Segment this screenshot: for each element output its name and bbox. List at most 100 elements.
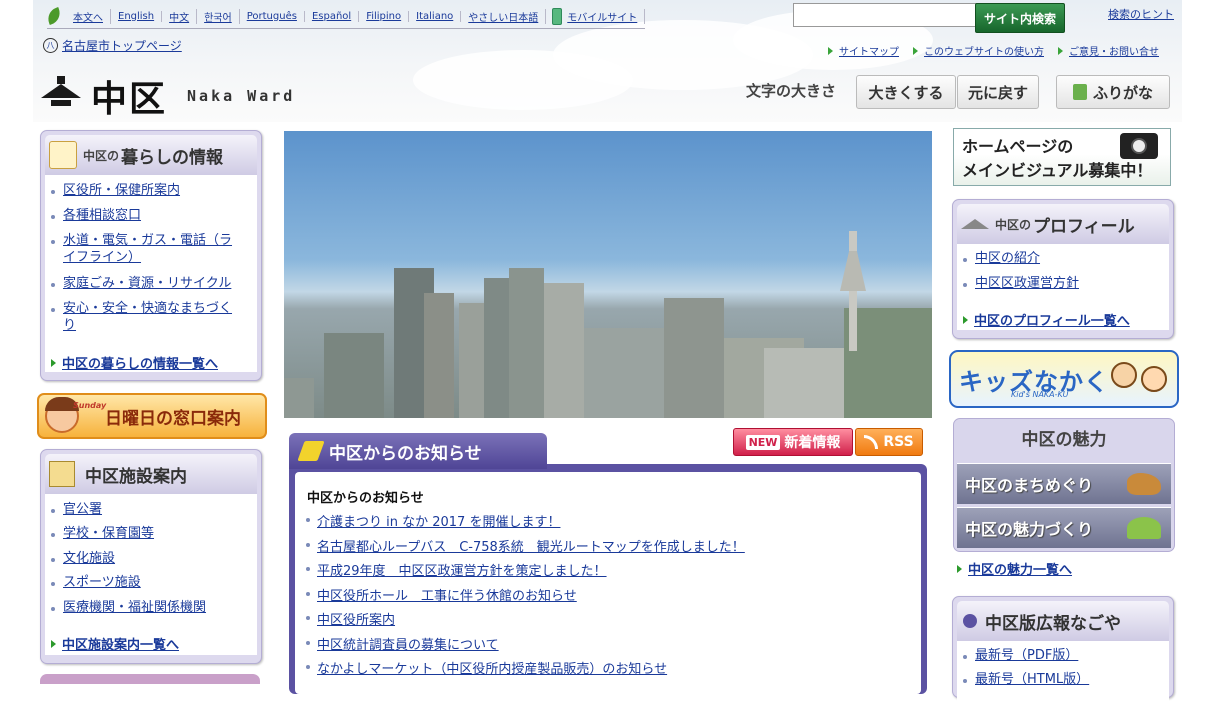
facility-item[interactable]: 学校・保育園等 bbox=[45, 525, 154, 542]
news-box: 中区からのお知らせ 介護まつり in なか 2017 を開催します！ 名古屋都心… bbox=[289, 464, 927, 694]
ward-emblem-icon bbox=[41, 76, 83, 116]
contact-label: ご意見・お問い合せ bbox=[1069, 47, 1159, 58]
search-input[interactable] bbox=[793, 3, 979, 27]
arrow-right-icon bbox=[957, 564, 962, 573]
koho-list: 最新号（PDF版） 最新号（HTML版） bbox=[957, 641, 1169, 701]
news-list: 中区からのお知らせ 介護まつり in なか 2017 を開催します！ 名古屋都心… bbox=[295, 472, 921, 694]
facility-item[interactable]: スポーツ施設 bbox=[45, 574, 141, 591]
child-illustration-icon bbox=[1111, 362, 1137, 388]
news-item[interactable]: 中区役所案内 bbox=[305, 609, 395, 628]
lang-link-portuguese[interactable]: Português bbox=[240, 10, 305, 22]
logo-english: Naka Ward bbox=[187, 87, 296, 105]
furigana-button[interactable]: ふりがな bbox=[1056, 75, 1170, 109]
news-tab-title: 中区からのお知らせ bbox=[329, 443, 482, 464]
new-arrivals-button[interactable]: NEW 新着情報 bbox=[733, 428, 853, 456]
lang-link-filipino[interactable]: Filipino bbox=[359, 10, 410, 22]
living-more-label: 中区の暮らしの情報一覧へ bbox=[62, 357, 219, 372]
main-visual-recruit-banner[interactable]: ホームページの メインビジュアル募集中！ bbox=[953, 128, 1171, 186]
logo-kanji: 中区 bbox=[91, 79, 168, 120]
utility-links: サイトマップ このウェブサイトの使い方 ご意見・お問い合せ bbox=[828, 43, 1159, 58]
lang-link-mobile[interactable]: モバイルサイト bbox=[567, 8, 646, 24]
font-bigger-button[interactable]: 大きくする bbox=[856, 75, 956, 109]
font-reset-button[interactable]: 元に戻す bbox=[957, 75, 1039, 109]
charm-title: 中区の魅力 bbox=[1021, 430, 1107, 450]
next-box-top-edge bbox=[40, 674, 260, 684]
lang-link-chinese[interactable]: 中文 bbox=[162, 8, 198, 24]
naka-ward-logo[interactable]: 中区 Naka Ward bbox=[41, 70, 295, 122]
furigana-label: ふりがな bbox=[1092, 83, 1153, 102]
lang-link-easy-japanese[interactable]: やさしい日本語 bbox=[461, 8, 547, 24]
mobile-phone-icon bbox=[552, 7, 563, 25]
pencil-icon bbox=[297, 441, 325, 461]
charm-box: 中区の魅力 中区のまちめぐり 中区の魅力づくり bbox=[953, 418, 1175, 552]
koho-title: 中区版広報なごや bbox=[985, 613, 1121, 634]
living-item[interactable]: 安心・安全・快適なまちづくり bbox=[45, 300, 243, 334]
charm-more-link[interactable]: 中区の魅力一覧へ bbox=[957, 559, 1072, 578]
living-more-link[interactable]: 中区の暮らしの情報一覧へ bbox=[51, 353, 218, 372]
lang-link-skip[interactable]: 本文へ bbox=[66, 8, 111, 24]
arrow-right-icon bbox=[828, 46, 833, 55]
sitemap-label: サイトマップ bbox=[839, 47, 899, 58]
facilities-more-link[interactable]: 中区施設案内一覧へ bbox=[51, 634, 179, 653]
profile-more-link[interactable]: 中区のプロフィール一覧へ bbox=[963, 310, 1130, 329]
sunday-label: 日曜日の窓口案内 bbox=[105, 408, 241, 429]
rss-button[interactable]: RSS bbox=[855, 428, 923, 456]
news-item[interactable]: 平成29年度 中区区政運営方針を策定しました！ bbox=[305, 560, 607, 579]
sitemap-link[interactable]: サイトマップ bbox=[828, 43, 899, 58]
facility-item[interactable]: 文化施設 bbox=[45, 550, 115, 567]
facility-item[interactable]: 官公署 bbox=[45, 501, 102, 518]
ward-emblem-icon bbox=[961, 219, 989, 229]
facility-item[interactable]: 医療機関・福祉関係機関 bbox=[45, 599, 206, 616]
new-badge: NEW bbox=[745, 434, 781, 450]
living-item[interactable]: 区役所・保健所案内 bbox=[45, 182, 243, 199]
facilities-header: 中区施設案内 bbox=[45, 454, 257, 494]
living-item[interactable]: 家庭ごみ・資源・リサイクル bbox=[45, 275, 243, 292]
charm-making-label: 中区の魅力づくり bbox=[965, 520, 1094, 539]
lang-link-italian[interactable]: Italiano bbox=[409, 10, 462, 22]
rss-label: RSS bbox=[883, 434, 914, 450]
kids-naka-banner[interactable]: キッズなかく Kid's NAKA-KU bbox=[949, 350, 1179, 408]
koho-box: 中区版広報なごや 最新号（PDF版） 最新号（HTML版） bbox=[952, 596, 1174, 701]
arrow-right-icon bbox=[963, 315, 968, 324]
profile-list: 中区の紹介 中区区政運営方針 中区のプロフィール一覧へ bbox=[957, 244, 1169, 330]
arrow-right-icon bbox=[913, 46, 918, 55]
lang-link-spanish[interactable]: Español bbox=[305, 10, 360, 22]
koho-item[interactable]: 最新号（PDF版） bbox=[957, 647, 1078, 664]
lang-link-korean[interactable]: 한국어 bbox=[197, 8, 240, 24]
news-item[interactable]: なかよしマーケット（中区役所内授産製品販売）のお知らせ bbox=[305, 658, 667, 677]
profile-item[interactable]: 中区区政運営方針 bbox=[957, 275, 1079, 292]
profile-item[interactable]: 中区の紹介 bbox=[957, 250, 1040, 267]
living-item[interactable]: 各種相談窓口 bbox=[45, 207, 243, 224]
arrow-right-icon bbox=[51, 358, 56, 367]
news-item[interactable]: 名古屋都心ループバス C-758系統 観光ルートマップを作成しました！ bbox=[305, 536, 745, 555]
facilities-title: 中区施設案内 bbox=[85, 466, 187, 487]
living-item[interactable]: 水道・電気・ガス・電話（ライフライン） bbox=[45, 232, 243, 266]
news-item[interactable]: 中区統計調査員の募集について bbox=[305, 634, 499, 653]
charm-making-button[interactable]: 中区の魅力づくり bbox=[957, 507, 1171, 548]
nagoya-seal-icon: 八 bbox=[43, 38, 58, 53]
living-info-list: 区役所・保健所案内 各種相談窓口 水道・電気・ガス・電話（ライフライン） 家庭ご… bbox=[45, 175, 257, 372]
news-item[interactable]: 介護まつり in なか 2017 を開催します！ bbox=[305, 511, 560, 530]
search-hint-link[interactable]: 検索のヒント bbox=[1108, 6, 1174, 22]
profile-box: 中区の プロフィール 中区の紹介 中区区政運営方針 中区のプロフィール一覧へ bbox=[952, 199, 1174, 339]
contact-link[interactable]: ご意見・お問い合せ bbox=[1058, 43, 1159, 58]
nagoya-top-link[interactable]: 八 名古屋市トップページ bbox=[43, 37, 182, 54]
charm-more-label: 中区の魅力一覧へ bbox=[968, 563, 1073, 578]
living-prefix: 中区の bbox=[83, 148, 120, 163]
howto-link[interactable]: このウェブサイトの使い方 bbox=[913, 43, 1044, 58]
news-heading: 中区からのお知らせ bbox=[307, 491, 424, 506]
search-button[interactable]: サイト内検索 bbox=[975, 3, 1065, 33]
pencil-note-icon bbox=[49, 141, 77, 169]
charm-walk-button[interactable]: 中区のまちめぐり bbox=[957, 463, 1171, 504]
lang-link-english[interactable]: English bbox=[111, 10, 163, 22]
news-item[interactable]: 中区役所ホール 工事に伴う休館のお知らせ bbox=[305, 585, 577, 604]
sunday-counter-banner[interactable]: Sunday 日曜日の窓口案内 bbox=[37, 393, 267, 439]
shoe-icon bbox=[1127, 473, 1161, 495]
camera-icon bbox=[1120, 133, 1158, 159]
kids-subtitle: Kid's NAKA-KU bbox=[1011, 390, 1069, 399]
palm-tree-icon bbox=[1127, 517, 1161, 539]
koho-header: 中区版広報なごや bbox=[957, 601, 1169, 641]
arrow-right-icon bbox=[1058, 46, 1063, 55]
language-bar: 本文へ English 中文 한국어 Português Español Fil… bbox=[45, 4, 646, 29]
facilities-more-label: 中区施設案内一覧へ bbox=[62, 638, 180, 653]
